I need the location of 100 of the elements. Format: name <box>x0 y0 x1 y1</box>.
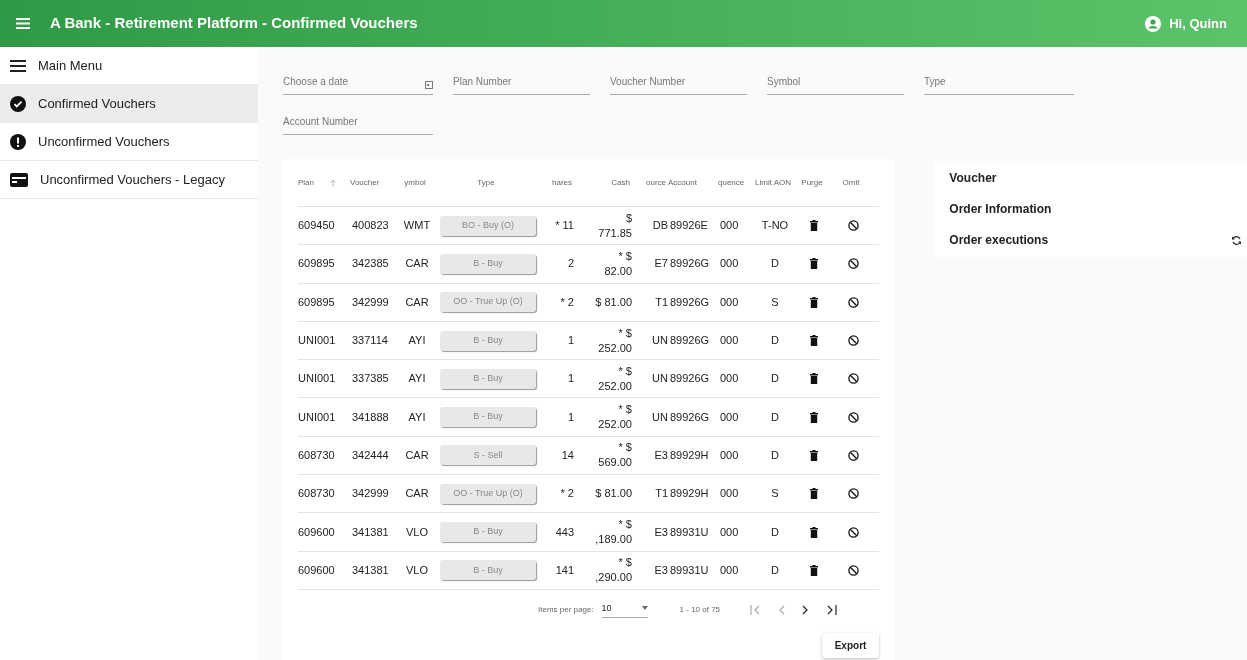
column-header[interactable]: Voucher <box>350 176 394 189</box>
trash-icon[interactable] <box>810 526 818 538</box>
column-header[interactable]: ource <box>632 176 666 189</box>
items-per-page-label: Items per page: <box>538 603 594 616</box>
check-circle-icon <box>10 95 26 112</box>
menu-icon[interactable] <box>16 18 30 29</box>
table-cell-text: $ 771.85 <box>597 210 632 241</box>
block-icon[interactable] <box>847 526 859 538</box>
input-field[interactable]: Plan Number <box>453 59 590 95</box>
table-cell-text: $ 81.00 <box>594 294 632 310</box>
table-cell-text: D <box>770 371 780 387</box>
column-header[interactable]: Plan <box>298 176 350 189</box>
table-cell-text: * $ 82.00 <box>603 248 632 279</box>
block-icon[interactable] <box>847 220 859 232</box>
table-cell-text: CAR <box>404 447 430 463</box>
column-header[interactable]: Purge <box>794 176 830 189</box>
column-header[interactable]: hares <box>538 176 572 189</box>
trash-icon[interactable] <box>810 488 818 500</box>
refresh-icon[interactable] <box>1231 234 1242 246</box>
table-cell-text: AYI <box>407 371 427 387</box>
table-cell-text: 14 <box>560 447 574 463</box>
block-icon[interactable] <box>847 564 859 576</box>
section-heading[interactable]: Order executions <box>949 231 1049 249</box>
table-cell-text: 1 <box>566 333 574 349</box>
table-cell-text: 000 <box>720 256 740 272</box>
table-cell-text: E3 <box>653 524 668 540</box>
alert-circle-icon <box>10 133 26 150</box>
trash-icon[interactable] <box>810 411 818 423</box>
table-cell-text: 443 <box>554 524 574 540</box>
table-cell-text: * $ ,189.00 <box>594 517 632 547</box>
block-icon[interactable] <box>847 449 859 461</box>
column-header[interactable]: quence <box>718 176 752 189</box>
block-icon[interactable] <box>847 411 859 423</box>
page-size-select[interactable]: 10 <box>601 601 648 619</box>
column-header[interactable]: Account <box>668 176 716 189</box>
table-cell-text: D <box>770 562 780 578</box>
table-cell-text: * $ 252.00 <box>597 402 632 433</box>
table-cell-text: 609450 <box>298 218 336 234</box>
table-cell-text: * $ 252.00 <box>597 363 632 394</box>
last-page-icon[interactable] <box>826 604 838 615</box>
block-icon[interactable] <box>847 373 859 385</box>
column-header[interactable]: Limit AON <box>754 176 792 189</box>
table-cell-text: 89926E <box>670 218 709 234</box>
table-cell-text: 1 <box>566 409 574 425</box>
table-cell-text: E3 <box>653 447 668 463</box>
table-cell-text: 2 <box>566 256 574 272</box>
table-cell-text: 000 <box>720 409 740 425</box>
block-icon[interactable] <box>847 258 859 270</box>
table-cell-text: * 11 <box>554 218 574 234</box>
table-cell-text: 000 <box>720 371 740 387</box>
table-cell-text: 000 <box>720 524 740 540</box>
input-field[interactable]: Type <box>924 59 1074 95</box>
column-header[interactable]: Cash <box>574 176 630 189</box>
table-cell-text: UN <box>651 333 668 349</box>
sidebar-item[interactable]: Confirmed Vouchers <box>0 85 258 123</box>
table-cell-text: * 2 <box>559 294 574 310</box>
input-field[interactable]: Account Number <box>283 99 433 135</box>
input-field[interactable]: Symbol <box>767 59 904 95</box>
column-header[interactable]: Omit <box>832 176 870 189</box>
table-cell-text: UN <box>651 409 668 425</box>
calendar-icon[interactable] <box>425 81 433 89</box>
column-header[interactable]: ymbol <box>396 176 434 189</box>
trash-icon[interactable] <box>810 449 818 461</box>
table-cell-text: 89926G <box>670 371 711 387</box>
table-cell-text: WMT <box>402 218 432 234</box>
trash-icon[interactable] <box>810 564 818 576</box>
trash-icon[interactable] <box>810 335 818 347</box>
table-cell-text: 609600 <box>298 562 336 578</box>
table-cell-text: D <box>770 447 780 463</box>
block-icon[interactable] <box>847 488 859 500</box>
trash-icon[interactable] <box>810 220 818 232</box>
table-cell-text: 609895 <box>298 294 336 310</box>
section-heading[interactable]: Order Information <box>949 200 1052 218</box>
table-cell-text: CAR <box>404 486 430 502</box>
table-cell-text: 342385 <box>352 256 390 272</box>
table-cell-text: 89931U <box>670 524 710 540</box>
table-cell-text: CAR <box>404 294 430 310</box>
column-header[interactable]: Type <box>436 176 536 189</box>
table-cell-text: VLO <box>405 562 429 578</box>
table-cell-text: T-NO <box>760 218 790 234</box>
block-icon[interactable] <box>847 296 859 308</box>
table-cell-text: $ 81.00 <box>594 486 632 502</box>
table-cell-text: 000 <box>720 486 740 502</box>
date-field[interactable]: Choose a date <box>283 59 433 95</box>
table-cell-text: 89926G <box>670 294 711 310</box>
table-cell-text: 000 <box>720 218 740 234</box>
block-icon[interactable] <box>847 335 859 347</box>
trash-icon[interactable] <box>810 258 818 270</box>
table-cell-text: 89931U <box>670 562 710 578</box>
table-cell-text: T1 <box>654 294 668 310</box>
export-button[interactable]: Export <box>821 632 880 658</box>
section-heading[interactable]: Voucher <box>949 169 997 187</box>
account-circle-icon[interactable] <box>1145 15 1162 32</box>
table-cell-text: 608730 <box>298 447 336 463</box>
input-field[interactable]: Voucher Number <box>610 59 747 95</box>
trash-icon[interactable] <box>810 373 818 385</box>
trash-icon[interactable] <box>810 296 818 308</box>
table-cell-text: 89929H <box>670 447 710 463</box>
next-page-icon[interactable] <box>802 604 810 615</box>
app-title: A Bank - Retirement Platform - Confirmed Vouchers <box>50 13 418 34</box>
